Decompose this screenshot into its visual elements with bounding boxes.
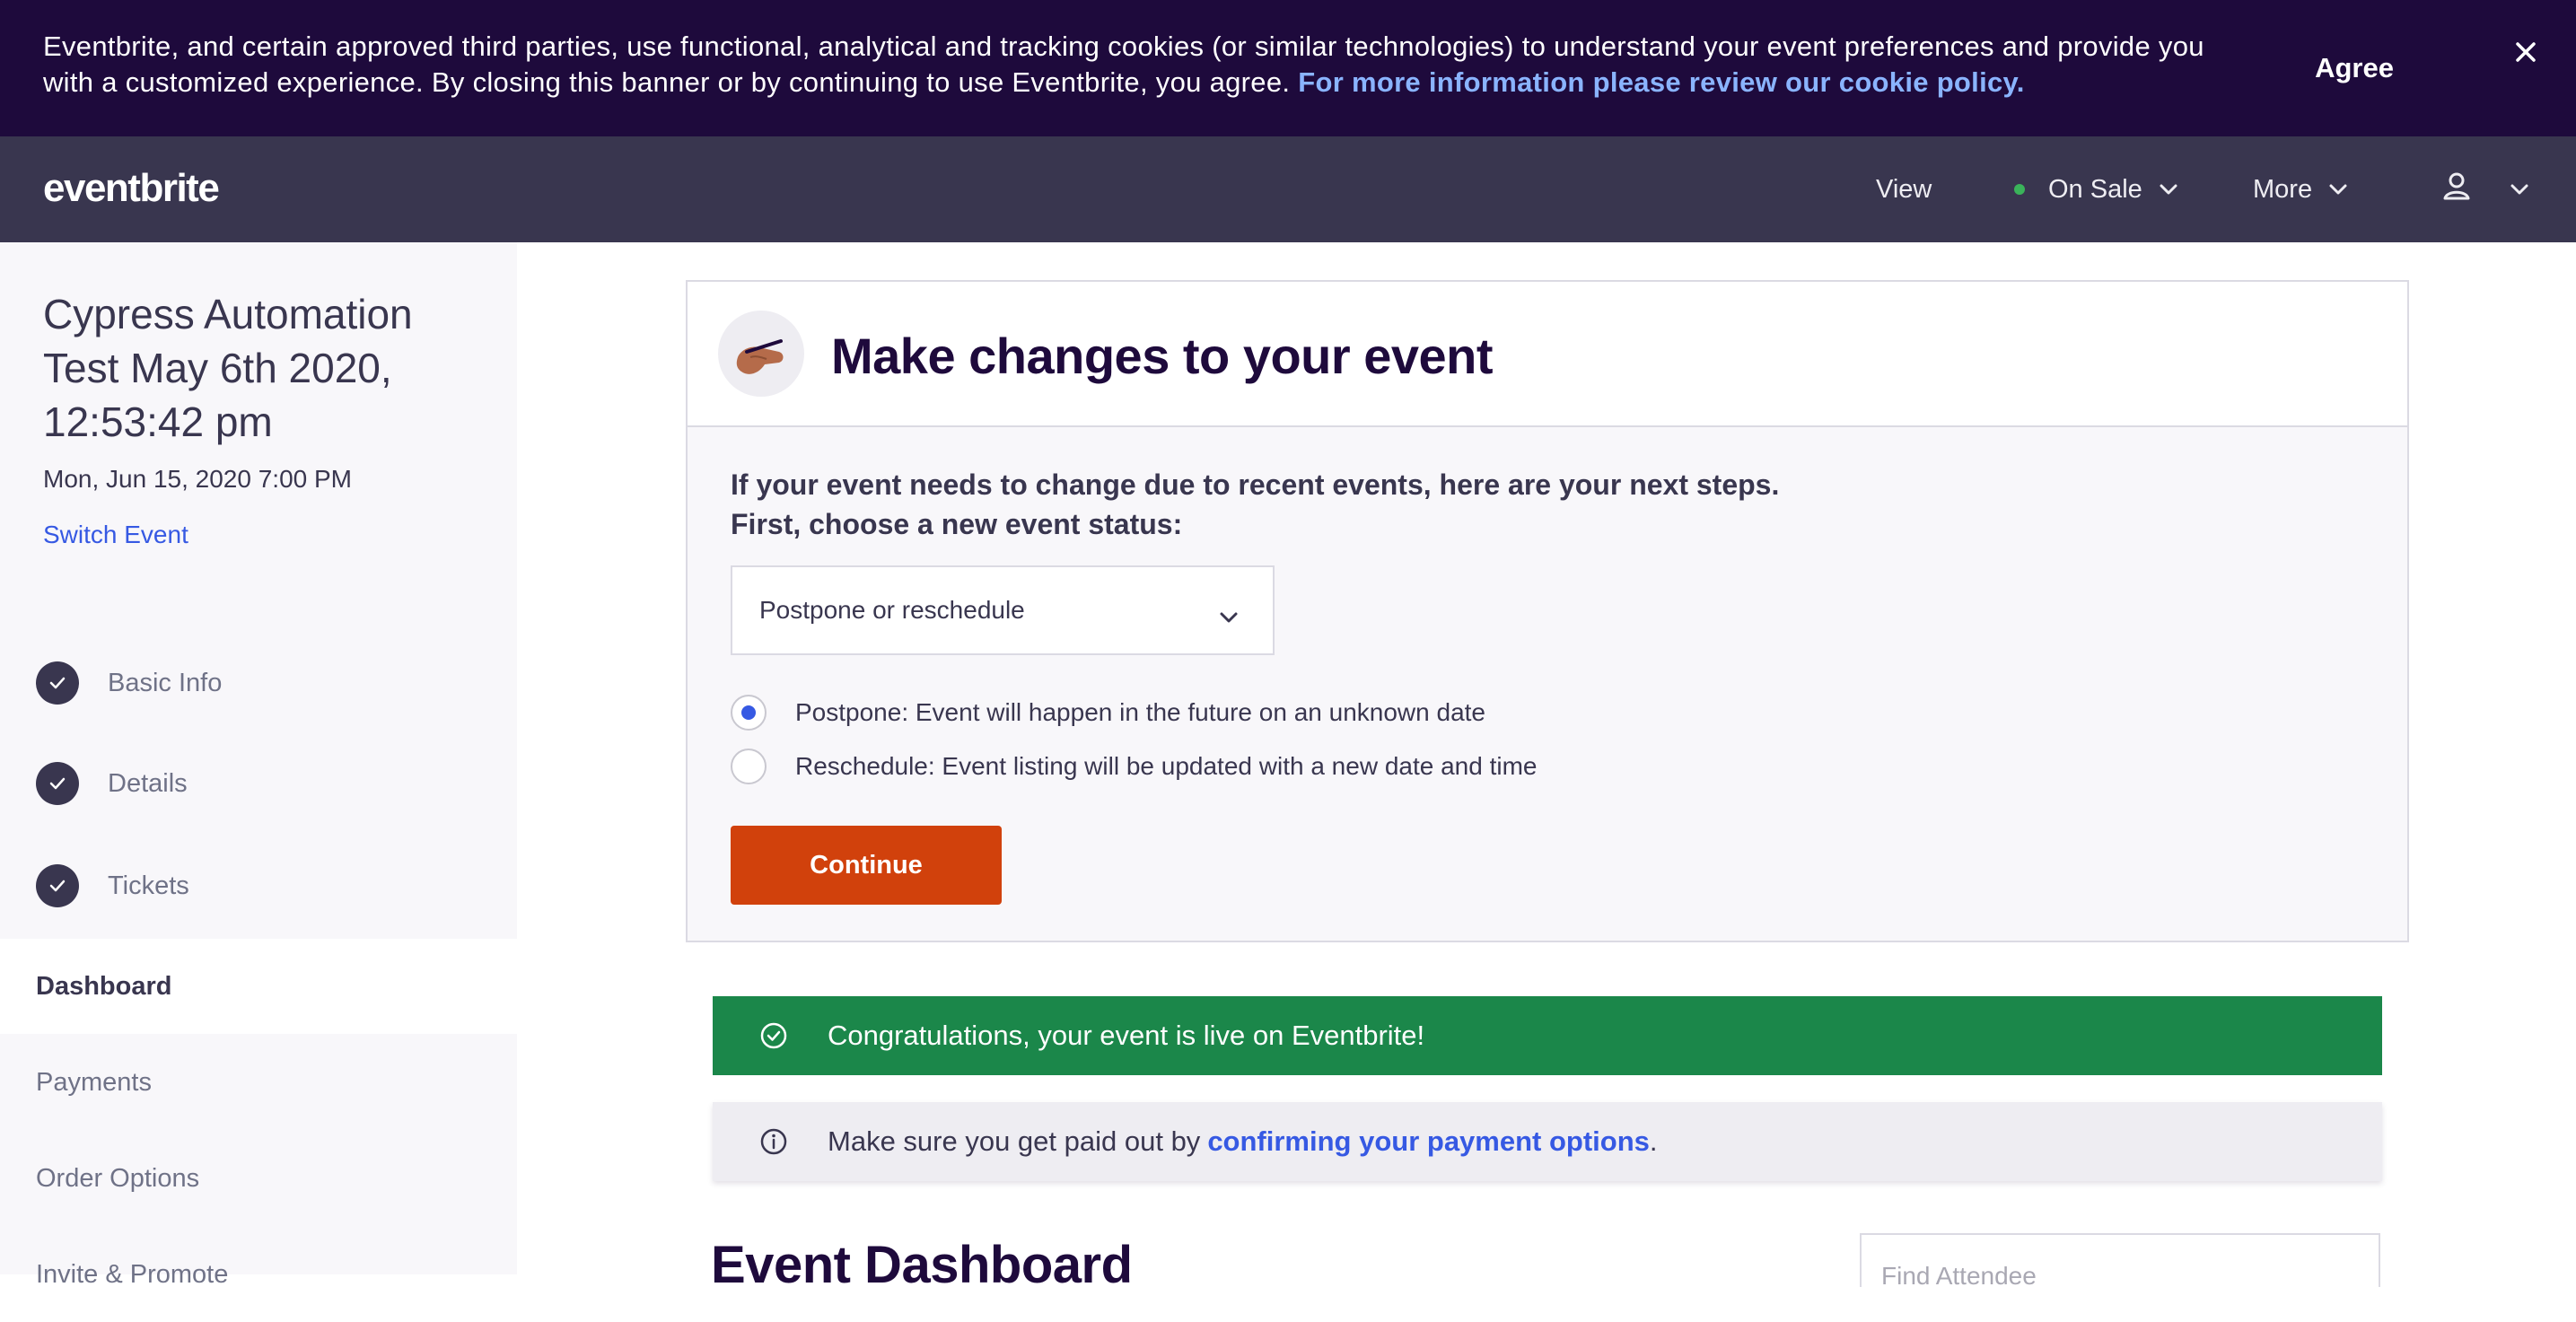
select-value: Postpone or reschedule (759, 596, 1025, 624)
chevron-down-icon (2510, 183, 2529, 196)
event-status-select[interactable]: Postpone or reschedule (731, 565, 1275, 655)
more-dropdown[interactable]: More (2253, 167, 2348, 212)
sidebar-item-order-options[interactable]: Order Options (0, 1131, 517, 1226)
check-circle-icon (758, 1020, 790, 1052)
status-label: On Sale (2048, 174, 2142, 204)
sidebar-item-invite-promote[interactable]: Invite & Promote (0, 1227, 517, 1322)
radio-label: Postpone: Event will happen in the futur… (795, 698, 1485, 726)
sidebar: Cypress Automation Test May 6th 2020, 12… (0, 242, 517, 1289)
sidebar-item-payments[interactable]: Payments (0, 1035, 517, 1130)
sidebar-step-basic-info[interactable]: Basic Info (36, 661, 222, 705)
eventbrite-logo[interactable]: eventbrite (43, 166, 220, 211)
step-label: Basic Info (108, 668, 223, 697)
payment-options-link[interactable]: confirming your payment options (1207, 1125, 1650, 1158)
check-icon (36, 661, 79, 705)
find-attendee-input[interactable]: Find Attendee (1860, 1233, 2380, 1290)
continue-button[interactable]: Continue (731, 826, 1002, 905)
radio-option-reschedule[interactable]: Reschedule: Event listing will be update… (731, 747, 1538, 786)
success-message: Congratulations, your event is live on E… (828, 1020, 1425, 1051)
event-dashboard-title: Event Dashboard (711, 1236, 1133, 1294)
user-menu[interactable] (2441, 167, 2529, 212)
radio-button[interactable] (731, 749, 767, 784)
check-icon (36, 762, 79, 805)
radio-button[interactable] (731, 695, 767, 731)
info-icon (758, 1125, 790, 1158)
status-dropdown[interactable]: On Sale (2014, 167, 2178, 212)
switch-event-link[interactable]: Switch Event (43, 521, 188, 549)
radio-option-postpone[interactable]: Postpone: Event will happen in the futur… (731, 693, 1485, 732)
info-alert: Make sure you get paid out by confirming… (713, 1102, 2382, 1181)
view-label: View (1876, 174, 1932, 204)
radio-label: Reschedule: Event listing will be update… (795, 752, 1538, 780)
view-link[interactable]: View (1876, 167, 1932, 212)
more-label: More (2253, 174, 2313, 204)
user-icon (2441, 171, 2472, 208)
card-header: Make changes to your event (688, 282, 2407, 427)
cookie-policy-link[interactable]: For more information please review our c… (1298, 66, 2024, 98)
info-prefix: Make sure you get paid out by (828, 1125, 1201, 1157)
hand-writing-icon (718, 311, 804, 397)
chevron-down-icon (1219, 601, 1239, 630)
step-label: Tickets (108, 871, 189, 900)
cookie-banner: Eventbrite, and certain approved third p… (0, 0, 2576, 136)
agree-button[interactable]: Agree (2280, 47, 2429, 90)
top-nav: eventbrite View On Sale More (0, 136, 2576, 242)
intro-line-1: If your event needs to change due to rec… (731, 468, 1780, 501)
close-icon[interactable] (2506, 32, 2545, 72)
chevron-down-icon (2159, 183, 2178, 196)
info-suffix: . (1649, 1125, 1658, 1157)
step-label: Details (108, 768, 188, 798)
status-dot-icon (2014, 184, 2025, 195)
sidebar-step-tickets[interactable]: Tickets (36, 863, 189, 908)
sidebar-item-dashboard[interactable]: Dashboard (0, 939, 517, 1034)
chevron-down-icon (2328, 183, 2348, 196)
card-intro: If your event needs to change due to rec… (731, 465, 1779, 544)
intro-line-2: First, choose a new event status: (731, 508, 1183, 540)
event-date: Mon, Jun 15, 2020 7:00 PM (43, 465, 352, 493)
check-icon (36, 864, 79, 907)
make-changes-card: Make changes to your event If your event… (686, 280, 2409, 942)
event-title: Cypress Automation Test May 6th 2020, 12… (43, 291, 413, 445)
cookie-message: Eventbrite, and certain approved third p… (43, 29, 2233, 101)
sidebar-step-details[interactable]: Details (36, 761, 188, 806)
card-title: Make changes to your event (831, 328, 1494, 384)
success-alert: Congratulations, your event is live on E… (713, 996, 2382, 1075)
